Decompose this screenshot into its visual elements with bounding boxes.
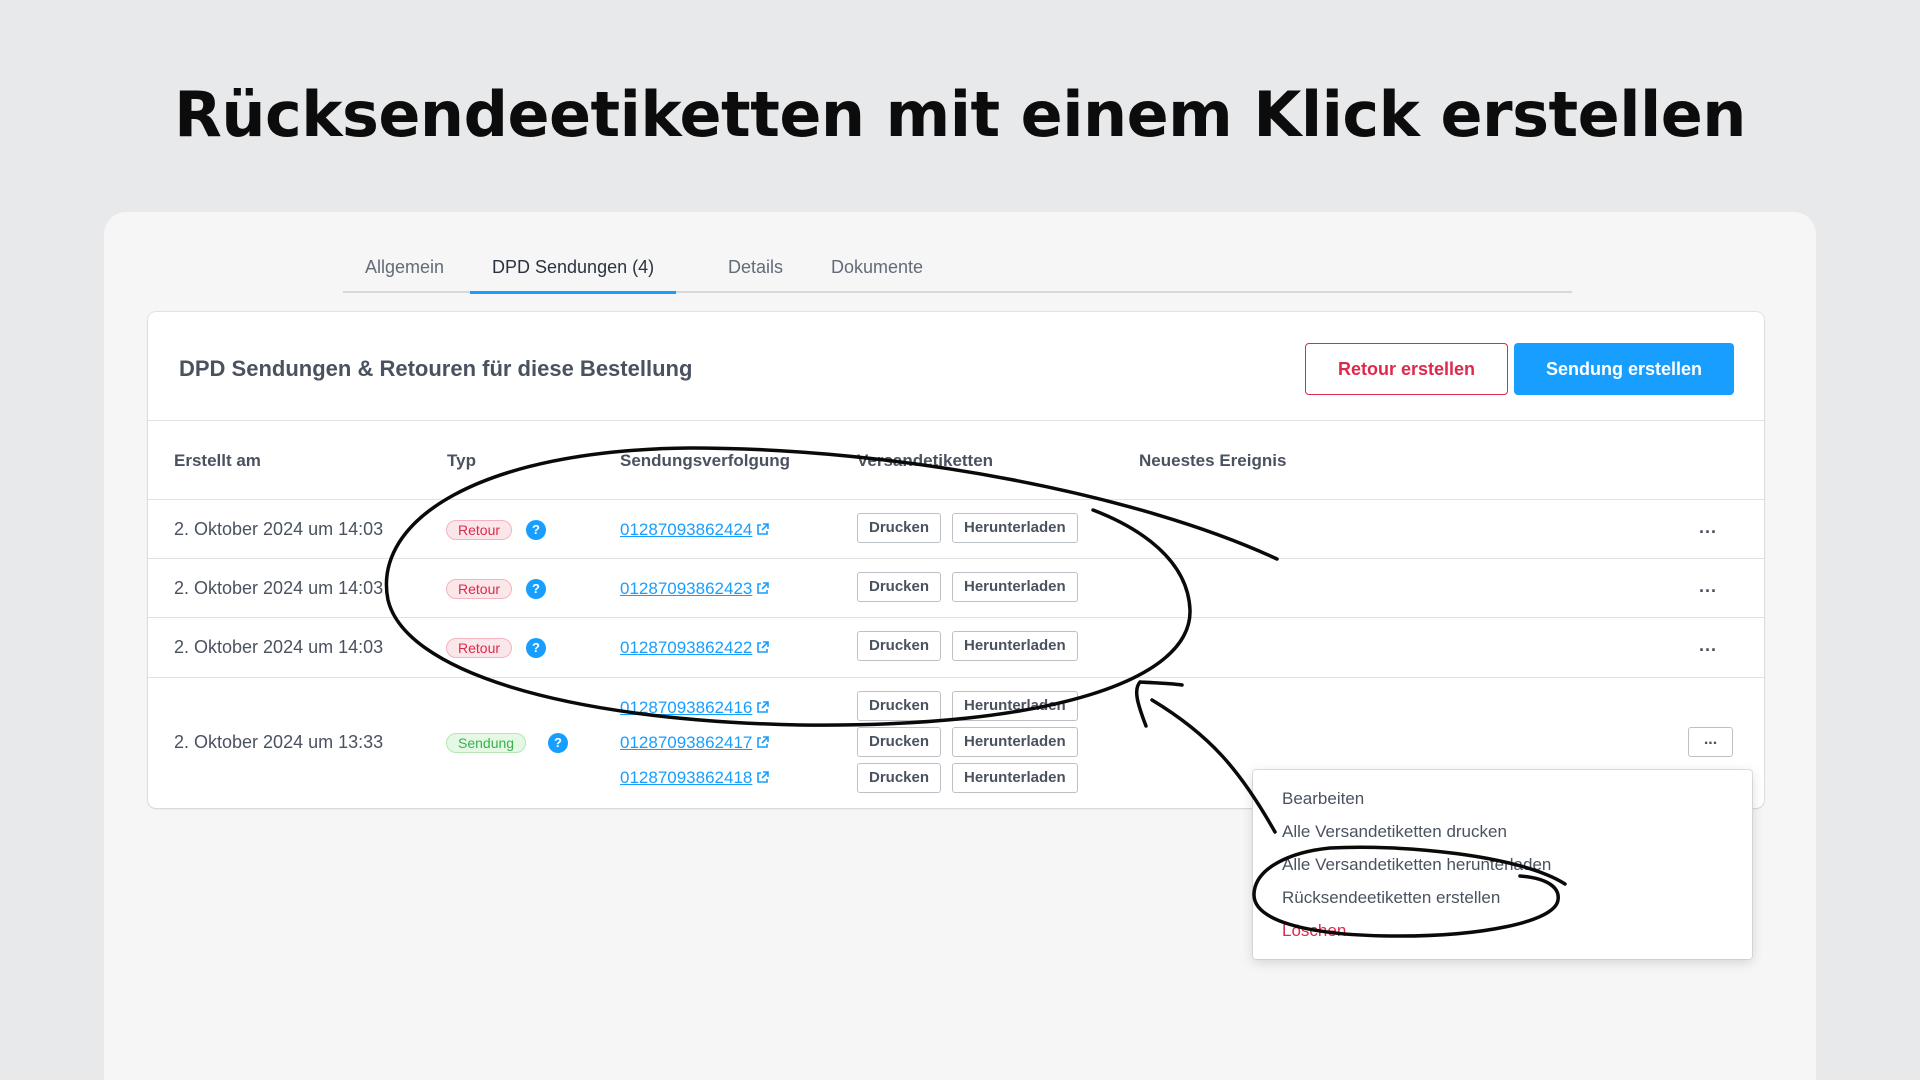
download-label-button[interactable]: Herunterladen — [952, 513, 1078, 543]
tab-bar: Allgemein DPD Sendungen (4) Details Doku… — [343, 248, 1572, 294]
tab-dpd-sendungen[interactable]: DPD Sendungen (4) — [470, 248, 677, 294]
download-label-button[interactable]: Herunterladen — [952, 631, 1078, 661]
status-badge: Sendung — [446, 733, 527, 753]
divider — [148, 499, 1764, 500]
row-date: 2. Oktober 2024 um 14:03 — [174, 578, 384, 598]
print-label-button[interactable]: Drucken — [857, 631, 942, 661]
tracking-link[interactable]: 01287093862416 — [620, 698, 770, 718]
row-date: 2. Oktober 2024 um 14:03 — [174, 637, 384, 657]
column-header-type: Typ — [447, 451, 476, 470]
help-icon[interactable]: ? — [526, 579, 546, 599]
actions-dropdown-menu: Bearbeiten Alle Versandetiketten drucken… — [1253, 770, 1752, 959]
status-badge: Retour — [446, 520, 513, 540]
divider — [148, 420, 1764, 421]
tracking-number: 01287093862416 — [620, 698, 753, 717]
more-actions-button[interactable]: ... — [1699, 635, 1717, 656]
external-link-icon — [757, 523, 770, 535]
tab-details[interactable]: Details — [706, 248, 805, 293]
help-icon[interactable]: ? — [526, 638, 546, 658]
row-date: 2. Oktober 2024 um 13:33 — [174, 732, 384, 752]
column-header-tracking: Sendungsverfolgung — [620, 451, 790, 470]
shipments-panel: DPD Sendungen & Retouren für diese Beste… — [148, 312, 1764, 808]
tab-dokumente[interactable]: Dokumente — [809, 248, 945, 293]
tracking-number: 01287093862424 — [620, 520, 753, 539]
create-shipment-button[interactable]: Sendung erstellen — [1514, 343, 1734, 395]
print-label-button[interactable]: Drucken — [857, 513, 942, 543]
menu-item-edit[interactable]: Bearbeiten — [1282, 789, 1364, 809]
external-link-icon — [757, 641, 770, 653]
tracking-link[interactable]: 01287093862422 — [620, 638, 770, 658]
menu-item-delete[interactable]: Löschen — [1282, 921, 1346, 941]
external-link-icon — [757, 736, 770, 748]
tracking-number: 01287093862423 — [620, 579, 753, 598]
print-label-button[interactable]: Drucken — [857, 763, 942, 793]
page-headline: Rücksendeetiketten mit einem Klick erste… — [174, 78, 1746, 151]
create-return-button[interactable]: Retour erstellen — [1305, 343, 1508, 395]
tracking-link[interactable]: 01287093862423 — [620, 579, 770, 599]
tracking-link[interactable]: 01287093862417 — [620, 733, 770, 753]
panel-title: DPD Sendungen & Retouren für diese Beste… — [179, 356, 693, 381]
tracking-link[interactable]: 01287093862418 — [620, 768, 770, 788]
divider — [148, 677, 1764, 678]
tracking-number: 01287093862422 — [620, 638, 753, 657]
download-label-button[interactable]: Herunterladen — [952, 763, 1078, 793]
download-label-button[interactable]: Herunterladen — [952, 572, 1078, 602]
download-label-button[interactable]: Herunterladen — [952, 727, 1078, 757]
menu-item-download-all-labels[interactable]: Alle Versandetiketten herunterladen — [1282, 855, 1551, 875]
download-label-button[interactable]: Herunterladen — [952, 691, 1078, 721]
external-link-icon — [757, 771, 770, 783]
more-actions-button[interactable]: ... — [1699, 576, 1717, 597]
column-header-created: Erstellt am — [174, 451, 261, 470]
status-badge: Retour — [446, 579, 513, 599]
tracking-number: 01287093862417 — [620, 733, 753, 752]
menu-item-print-all-labels[interactable]: Alle Versandetiketten drucken — [1282, 822, 1507, 842]
more-actions-button[interactable]: ... — [1688, 727, 1733, 757]
help-icon[interactable]: ? — [548, 733, 568, 753]
print-label-button[interactable]: Drucken — [857, 691, 942, 721]
divider — [148, 558, 1764, 559]
row-date: 2. Oktober 2024 um 14:03 — [174, 519, 384, 539]
tracking-number: 01287093862418 — [620, 768, 753, 787]
column-header-labels: Versandetiketten — [857, 451, 994, 470]
divider — [148, 617, 1764, 618]
tab-allgemein[interactable]: Allgemein — [343, 248, 466, 293]
print-label-button[interactable]: Drucken — [857, 727, 942, 757]
column-header-latest-event: Neuestes Ereignis — [1139, 451, 1287, 470]
external-link-icon — [757, 582, 770, 594]
print-label-button[interactable]: Drucken — [857, 572, 942, 602]
external-link-icon — [757, 701, 770, 713]
tracking-link[interactable]: 01287093862424 — [620, 520, 770, 540]
help-icon[interactable]: ? — [526, 520, 546, 540]
status-badge: Retour — [446, 638, 513, 658]
menu-item-create-return-labels[interactable]: Rücksendeetiketten erstellen — [1282, 888, 1500, 908]
more-actions-button[interactable]: ... — [1699, 517, 1717, 538]
